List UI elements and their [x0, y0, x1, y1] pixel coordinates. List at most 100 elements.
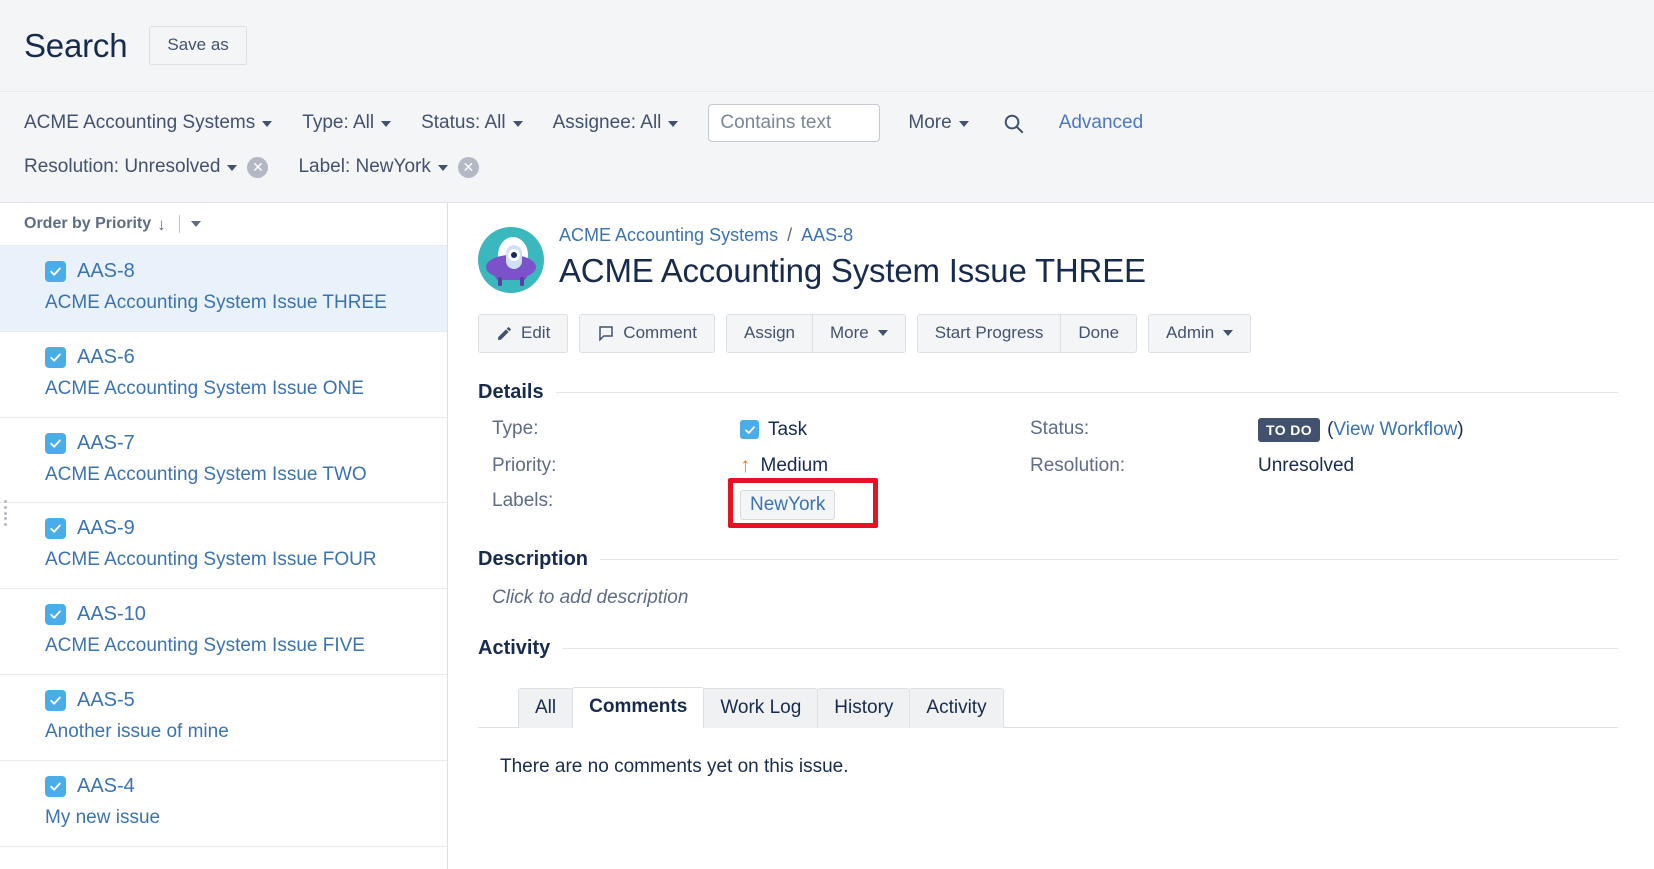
issue-key: AAS-7 [77, 431, 135, 454]
activity-heading: Activity [478, 636, 551, 659]
assign-more-button[interactable]: More [812, 314, 906, 353]
chevron-down-icon [668, 121, 679, 127]
filter-resolution[interactable]: Resolution: Unresolved [24, 156, 238, 178]
filter-bar: ACME Accounting Systems Type: All Status… [0, 92, 1654, 203]
issue-summary: Another issue of mine [45, 720, 229, 742]
filter-row-primary: ACME Accounting Systems Type: All Status… [24, 102, 1630, 144]
status-badge: TO DO [1258, 417, 1321, 442]
view-workflow-close-paren: ) [1457, 418, 1464, 440]
order-options-chevron-down-icon[interactable] [190, 221, 201, 227]
clear-resolution-filter-icon[interactable]: ✕ [247, 156, 269, 178]
admin-button-label: Admin [1166, 323, 1215, 342]
filter-project-label: ACME Accounting Systems [24, 112, 256, 133]
issue-summary: ACME Accounting System Issue ONE [45, 377, 364, 399]
description-placeholder[interactable]: Click to add description [478, 587, 1618, 609]
issue-summary: My new issue [45, 806, 161, 828]
view-workflow-link[interactable]: View Workflow [1333, 419, 1457, 441]
task-type-icon [740, 420, 759, 440]
status-value: TO DO ( View Workflow ) [1258, 417, 1618, 442]
save-as-button[interactable]: Save as [149, 26, 247, 65]
breadcrumb-separator: / [787, 225, 793, 245]
task-type-icon [45, 689, 66, 711]
search-icon[interactable] [999, 108, 1029, 138]
filter-resolution-label: Resolution: Unresolved [24, 156, 221, 177]
chevron-down-icon [381, 121, 392, 127]
activity-tab-all[interactable]: All [518, 687, 574, 728]
task-type-icon [45, 432, 66, 454]
breadcrumb-issue-link[interactable]: AAS-8 [801, 225, 853, 246]
issue-detail-panel: ACME Accounting Systems / AAS-8 ACME Acc… [448, 203, 1654, 869]
status-label: Status: [1030, 417, 1090, 439]
assign-more-label: More [830, 323, 869, 342]
sort-descending-icon: ↓ [157, 214, 166, 234]
filter-project[interactable]: ACME Accounting Systems [24, 112, 273, 134]
issue-list-panel: Order by Priority ↓ AAS-8 ACME Accounting… [0, 203, 448, 869]
activity-tab-activity[interactable]: Activity [909, 687, 1004, 728]
no-comments-message: There are no comments yet on this issue. [500, 755, 849, 777]
issue-title: ACME Accounting System Issue THREE [559, 252, 1146, 289]
task-type-icon [45, 346, 66, 368]
type-value-text: Task [768, 418, 808, 440]
priority-label: Priority: [492, 454, 557, 476]
order-by-button[interactable]: Order by Priority ↓ [24, 215, 166, 233]
labels-value: NewYork [728, 477, 1030, 528]
task-type-icon [45, 518, 66, 540]
label-chip-newyork[interactable]: NewYork [740, 489, 836, 520]
issue-list-item[interactable]: AAS-10 ACME Accounting System Issue FIVE [0, 589, 447, 675]
project-avatar [478, 227, 544, 293]
chevron-down-icon [1223, 330, 1234, 337]
description-heading: Description [478, 547, 589, 570]
breadcrumb-project-link[interactable]: ACME Accounting Systems [559, 225, 778, 246]
clear-label-filter-icon[interactable]: ✕ [457, 156, 479, 178]
advanced-search-link[interactable]: Advanced [1059, 112, 1144, 134]
resolution-value: Unresolved [1258, 454, 1355, 476]
filter-label-label: Label: NewYork [298, 156, 431, 177]
filter-label[interactable]: Label: NewYork [298, 156, 448, 178]
issue-list-item[interactable]: AAS-5 Another issue of mine [0, 675, 447, 761]
contains-text-input[interactable] [708, 104, 881, 142]
activity-tab-history[interactable]: History [817, 687, 911, 728]
issue-rows: AAS-8 ACME Accounting System Issue THREE A… [0, 246, 447, 847]
issue-key: AAS-9 [77, 517, 135, 540]
edit-button[interactable]: Edit [478, 314, 569, 353]
issue-list-item[interactable]: AAS-9 ACME Accounting System Issue FOUR [0, 503, 447, 590]
issue-list-item[interactable]: AAS-8 ACME Accounting System Issue THREE [0, 246, 447, 332]
list-resize-handle[interactable] [4, 500, 8, 526]
done-button[interactable]: Done [1060, 314, 1138, 353]
comment-button-label: Comment [623, 323, 697, 342]
issue-list-item[interactable]: AAS-4 My new issue [0, 761, 447, 847]
chevron-down-icon [437, 165, 448, 171]
activity-tab-comments[interactable]: Comments [572, 686, 705, 728]
comment-button[interactable]: Comment [579, 314, 715, 353]
content-area: Order by Priority ↓ AAS-8 ACME Accounting… [0, 203, 1654, 869]
filter-assignee[interactable]: Assignee: All [553, 112, 679, 134]
chevron-down-icon [512, 121, 523, 127]
page-title: Search [24, 27, 128, 64]
divider [562, 647, 1618, 649]
pencil-icon [496, 325, 513, 342]
workflow-button-group: Start Progress Done [916, 314, 1138, 353]
admin-button[interactable]: Admin [1148, 314, 1252, 353]
chevron-down-icon [958, 121, 969, 127]
start-progress-button[interactable]: Start Progress [916, 314, 1062, 353]
issue-list-item[interactable]: AAS-6 ACME Accounting System Issue ONE [0, 332, 447, 418]
resolution-label: Resolution: [1030, 454, 1126, 476]
page-header: Search Save as [0, 0, 1654, 92]
assign-button[interactable]: Assign [725, 314, 814, 353]
type-label: Type: [492, 417, 539, 439]
activity-section-header: Activity [478, 637, 1618, 660]
activity-tabs: All Comments Work Log History Activity [478, 686, 1618, 728]
edit-button-label: Edit [521, 323, 551, 342]
filter-more[interactable]: More [908, 112, 969, 134]
issue-list-item[interactable]: AAS-7 ACME Accounting System Issue TWO [0, 418, 447, 504]
activity-tab-work-log[interactable]: Work Log [703, 687, 819, 728]
issue-key: AAS-4 [77, 774, 135, 797]
filter-type[interactable]: Type: All [302, 112, 392, 134]
app-root: Search Save as ACME Accounting Systems T… [0, 0, 1654, 869]
issue-key: AAS-10 [77, 603, 146, 626]
divider [600, 558, 1618, 560]
chevron-down-icon [262, 121, 273, 127]
issue-key: AAS-5 [77, 688, 135, 711]
chevron-down-icon [227, 165, 238, 171]
filter-status[interactable]: Status: All [421, 112, 523, 134]
